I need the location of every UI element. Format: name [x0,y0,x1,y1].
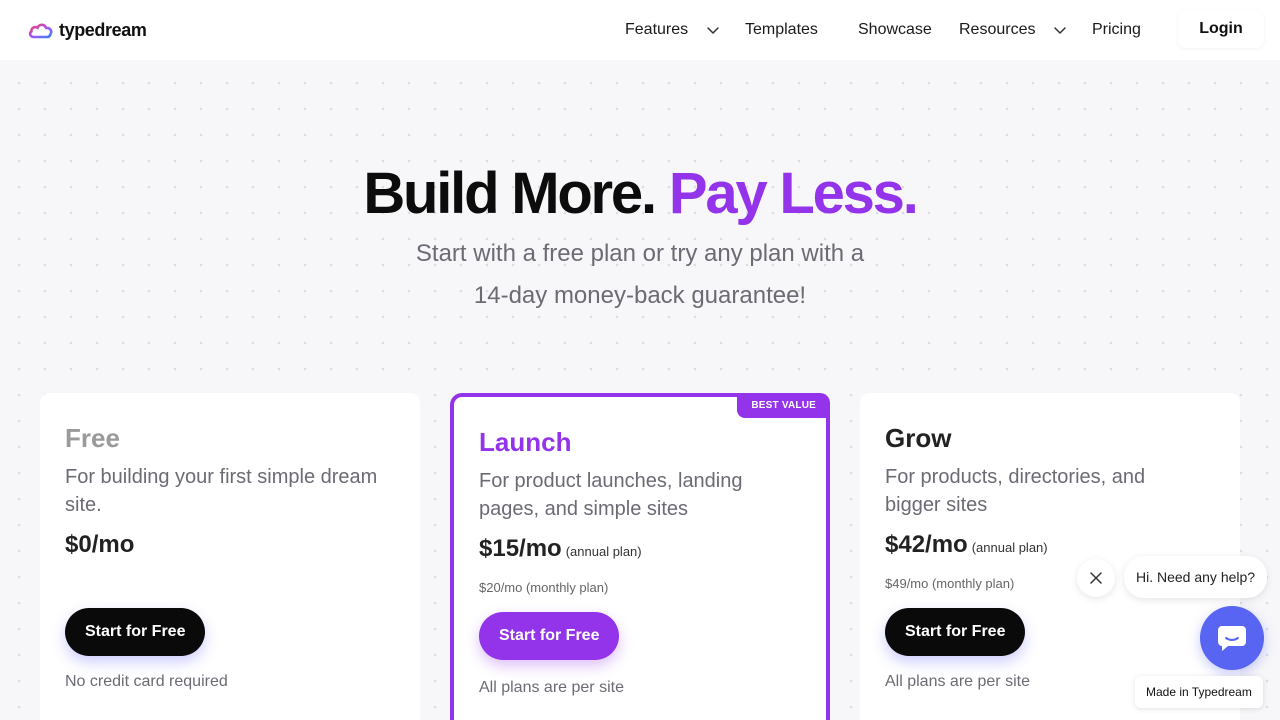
cloud-logo-icon [28,23,53,39]
plan-price-amount: $15/mo [479,535,562,562]
site-header: typedream Features Templates Showcase Re… [0,0,1280,60]
chevron-down-icon [1054,27,1067,34]
plan-name: Grow [885,423,952,453]
close-icon [1090,572,1102,584]
nav-features[interactable]: Features [625,21,720,39]
plan-price: $42/mo (annual plan) [885,531,1048,559]
login-button[interactable]: Login [1178,10,1264,48]
plan-description: For building your first simple dream sit… [65,466,378,516]
nav-pricing[interactable]: Pricing [1092,21,1141,39]
plan-price-amount: $42/mo [885,531,968,558]
made-in-typedream-badge[interactable]: Made in Typedream [1135,676,1263,708]
hero-subtitle-line2: 14-day money-back guarantee! [473,282,807,309]
plan-description: For products, directories, and bigger si… [885,466,1146,516]
hero-title-accent: Pay Less. [668,161,919,226]
start-for-free-button[interactable]: Start for Free [65,608,206,656]
nav-resources[interactable]: Resources [959,21,1067,39]
plan-note: All plans are per site [479,679,624,696]
start-for-free-button[interactable]: Start for Free [479,612,620,660]
plan-price-qualifier: (annual plan) [971,540,1048,555]
hero-subtitle-line1: Start with a free plan or try any plan w… [415,240,865,267]
brand-name: typedream [59,19,147,40]
chat-close-button[interactable] [1077,559,1115,597]
plan-card-free: Free For building your first simple drea… [40,393,420,720]
chat-bubble-icon [1218,626,1246,651]
plan-monthly-price: $49/mo (monthly plan) [885,576,1015,591]
plan-card-launch: BEST VALUE Launch For product launches, … [450,393,830,720]
plan-description: For product launches, landing pages, and… [479,470,743,520]
nav-features-label: Features [625,21,689,38]
nav-showcase-label: Showcase [858,21,932,38]
nav-resources-label: Resources [959,21,1036,38]
plan-price: $15/mo (annual plan) [479,535,642,563]
plan-name: Launch [479,427,572,457]
best-value-badge: BEST VALUE [737,393,830,418]
chat-launcher-button[interactable] [1200,606,1264,670]
hero-title-dark: Build More. [363,161,657,226]
nav-templates-label: Templates [745,21,818,38]
chat-greeting[interactable]: Hi. Need any help? [1124,556,1268,598]
chevron-down-icon [707,27,719,34]
brand-logo[interactable]: typedream [27,19,147,41]
plan-monthly-price: $20/mo (monthly plan) [479,580,609,595]
plan-note: All plans are per site [885,673,1030,690]
start-for-free-button[interactable]: Start for Free [885,608,1026,656]
hero-title: Build More. Pay Less. [0,160,1280,227]
plan-name: Free [65,423,120,453]
nav-templates[interactable]: Templates [745,21,818,39]
plan-price: $0/mo [65,531,135,558]
plan-price-qualifier: (annual plan) [565,544,642,559]
plan-note: No credit card required [65,673,228,690]
nav-pricing-label: Pricing [1092,21,1141,38]
nav-showcase[interactable]: Showcase [858,21,932,39]
